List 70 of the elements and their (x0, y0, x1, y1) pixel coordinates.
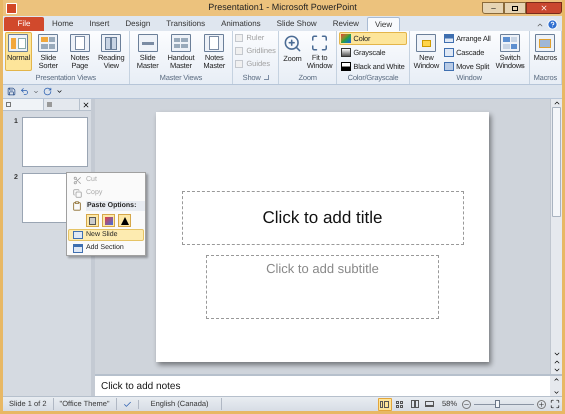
contrast-swatch-icon (341, 62, 352, 71)
maximize-button[interactable] (504, 2, 526, 14)
vertical-scrollbar[interactable] (550, 99, 562, 374)
arrange-all-icon (444, 34, 454, 43)
ribbon-tab[interactable]: Animations (213, 17, 269, 31)
file-tab[interactable]: File (4, 17, 44, 31)
close-icon (540, 4, 548, 12)
title-placeholder[interactable]: Click to add title (182, 190, 464, 244)
ribbon-tab[interactable]: Review (324, 17, 367, 31)
notes-placeholder[interactable]: Click to add notes (95, 378, 180, 394)
notes-master-icon (204, 34, 224, 52)
next-slide-icon[interactable] (552, 366, 560, 374)
save-icon[interactable] (7, 87, 16, 96)
magnifier-icon (282, 34, 302, 53)
maximize-icon (512, 6, 518, 10)
zoom-slider-thumb[interactable] (494, 400, 500, 408)
fit-slide-icon[interactable] (550, 399, 560, 409)
switch-windows-icon (500, 34, 520, 52)
ribbon-tab[interactable]: Transitions (158, 17, 214, 31)
previous-slide-icon[interactable] (552, 358, 560, 366)
outline-icon (47, 102, 52, 107)
new-slide-icon (72, 231, 82, 239)
scroll-down-icon[interactable] (552, 389, 560, 396)
handout-master-icon (170, 34, 191, 52)
dropdown-caret-icon[interactable] (33, 88, 39, 94)
ribbon-tab[interactable]: Home (44, 17, 82, 31)
window-title: Presentation1 - Microsoft PowerPoint (208, 1, 357, 14)
close-pane-button[interactable] (79, 99, 91, 110)
customize-toolbar-icon[interactable] (56, 88, 63, 95)
paste-option-button[interactable] (86, 214, 99, 227)
notes-pane[interactable]: Click to add notes (95, 374, 562, 396)
zoom-in-icon[interactable] (537, 400, 546, 408)
scroll-up-icon[interactable] (552, 99, 560, 107)
book-icon (101, 34, 122, 52)
slide-master-icon (138, 34, 158, 52)
subtitle-placeholder[interactable]: Click to add subtitle (206, 254, 439, 318)
undo-icon[interactable] (20, 87, 29, 96)
ribbon-tab[interactable]: Slide Show (268, 17, 325, 31)
normal-view-icon (8, 34, 28, 52)
close-icon (82, 100, 90, 108)
dialog-launcher-icon[interactable] (264, 75, 269, 80)
notes-page-icon (70, 34, 90, 52)
spelling-check-icon[interactable] (122, 400, 132, 408)
fit-window-icon (310, 34, 330, 52)
new-window-icon (416, 34, 436, 52)
cascade-icon (444, 48, 454, 57)
ribbon-tab[interactable]: View (366, 17, 400, 31)
app-logo-icon[interactable] (6, 2, 17, 14)
slide-sorter-icon (38, 34, 58, 52)
slides-icon (6, 102, 11, 107)
move-split-icon (444, 62, 454, 71)
redo-icon[interactable] (43, 87, 52, 96)
section-icon (72, 244, 82, 252)
ribbon-tab[interactable]: Design (117, 17, 158, 31)
palette-swatch-icon (341, 34, 352, 43)
view-button[interactable] (378, 398, 392, 410)
gradient-swatch-icon (341, 48, 352, 57)
zoom-out-icon[interactable] (462, 400, 471, 408)
close-button[interactable] (526, 2, 562, 14)
help-icon[interactable] (547, 19, 558, 30)
scroll-thumb[interactable] (552, 107, 561, 217)
copy-icon (73, 188, 82, 198)
macros-icon (535, 34, 556, 52)
scroll-up-icon[interactable] (552, 376, 560, 383)
ribbon-tab[interactable]: Insert (81, 17, 118, 31)
scissors-icon (73, 176, 82, 184)
scroll-down-icon[interactable] (552, 350, 560, 358)
slides-tab[interactable] (3, 99, 43, 110)
clipboard-icon (72, 201, 82, 211)
slide-thumbnail[interactable] (22, 117, 88, 167)
